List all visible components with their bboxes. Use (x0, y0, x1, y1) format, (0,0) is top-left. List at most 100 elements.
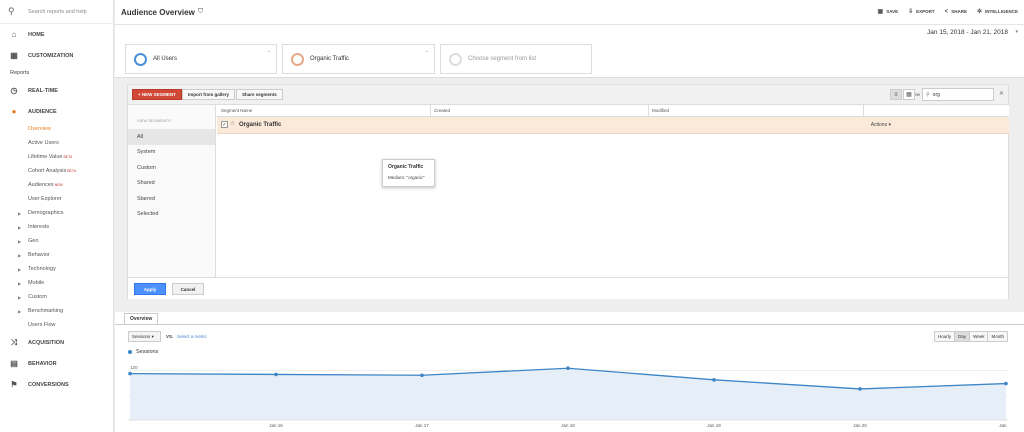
sidebar-item-geo[interactable]: ▶ Geo (0, 234, 113, 248)
segment-checkbox[interactable]: ✓ (221, 121, 228, 128)
segment-ring-icon (291, 52, 304, 66)
caret-right-icon: ▶ (18, 210, 22, 216)
sidebar-item-overview[interactable]: Overview (0, 122, 113, 136)
behavior-icon: ▤ (10, 359, 18, 368)
caret-right-icon: ▶ (18, 294, 22, 300)
person-icon: ● (11, 107, 17, 116)
chart-legend: Sessions (128, 349, 158, 355)
segment-table: Segment Name Created Modified ✓ ☆ Organi… (217, 105, 1009, 187)
tooltip-value: Medium: "organic" (388, 175, 425, 180)
star-icon[interactable]: ☆ (230, 121, 235, 127)
x-tick-label: Jan 18 (561, 423, 575, 428)
segment-tooltip: Organic Traffic Medium: "organic" (382, 159, 435, 187)
sidebar-item-mobile[interactable]: ▶ Mobile (0, 276, 113, 290)
x-tick-label: Jan 17 (415, 423, 429, 428)
filter-system[interactable]: System (128, 145, 215, 161)
nav-home[interactable]: ⌂ HOME (0, 24, 113, 45)
export-button[interactable]: ⇩ EXPORT (908, 8, 935, 15)
new-segment-button[interactable]: + NEW SEGMENT (132, 89, 182, 100)
sidebar-item-behavior[interactable]: ▶ Behavior (0, 248, 113, 262)
segment-search-input[interactable]: ⚲ org (922, 88, 994, 101)
y-tick-label: 120 (130, 365, 138, 370)
data-point (566, 366, 570, 371)
nav-realtime[interactable]: ◷ REAL-TIME (0, 80, 113, 101)
view-segments-header: VIEW SEGMENTS (137, 118, 171, 123)
grid-icon: ▦ (906, 92, 912, 98)
granularity-week[interactable]: Week (969, 331, 989, 342)
filter-shared[interactable]: Shared (128, 176, 215, 192)
segment-organic-traffic[interactable]: Organic Traffic ⌄ (282, 44, 435, 74)
tab-overview[interactable]: Overview (124, 313, 159, 324)
list-icon: ≡ (894, 91, 898, 98)
share-button[interactable]: < SHARE (945, 8, 967, 15)
metric-select[interactable]: Sessions ▾ (128, 331, 161, 342)
date-row: Jan 15, 2018 - Jan 21, 2018 ▾ (115, 25, 1024, 42)
col-segment-name[interactable]: Segment Name (221, 108, 252, 113)
nav-acquisition[interactable]: ⤨ ACQUISITION (0, 332, 113, 353)
search-icon: ⚲ (8, 6, 15, 16)
granularity-day[interactable]: Day (954, 331, 971, 342)
sidebar-item-users-flow[interactable]: Users Flow (0, 318, 113, 332)
filter-all[interactable]: All (128, 129, 215, 145)
clock-icon: ◷ (10, 86, 18, 95)
nav-conversions[interactable]: ⚑ CONVERSIONS (0, 374, 113, 395)
series-area (130, 368, 1006, 420)
col-created[interactable]: Created (434, 108, 450, 113)
close-icon[interactable]: ✕ (999, 90, 1004, 97)
grid-view-button[interactable]: ▦ (903, 89, 915, 100)
new-badge: NEW (54, 183, 63, 187)
sidebar-item-technology[interactable]: ▶ Technology (0, 262, 113, 276)
filter-selected[interactable]: Selected (128, 207, 215, 223)
x-tick-label: Jan 21 (999, 423, 1008, 428)
page-header: Audience Overview ⛉ ▣ SAVE ⇩ EXPORT < SHARE… (115, 0, 1024, 25)
granularity-hourly[interactable]: Hourly (934, 331, 956, 342)
sidebar-item-interests[interactable]: ▶ Interests (0, 220, 113, 234)
apply-button[interactable]: Apply (134, 283, 166, 295)
column-divider (648, 105, 649, 117)
sidebar-item-audiences[interactable]: Audiences NEW (0, 178, 113, 192)
select-metric-link[interactable]: Select a metric (177, 334, 207, 339)
intelligence-button[interactable]: ✲ INTELLIGENCE (977, 8, 1018, 15)
sidebar-item-cohort-analysis[interactable]: Cohort Analysis BETA (0, 164, 113, 178)
overview-section: Overview Sessions ▾ VS. Select a metric … (115, 312, 1024, 432)
sidebar-item-custom[interactable]: ▶ Custom (0, 290, 113, 304)
list-view-button[interactable]: ≡ (890, 89, 902, 100)
segment-ring-icon (134, 52, 147, 66)
panel-footer: Apply Cancel (128, 277, 1008, 299)
granularity-month[interactable]: Month (987, 331, 1008, 342)
filter-custom[interactable]: Custom (128, 160, 215, 176)
search-bar[interactable]: ⚲ Search reports and help (0, 0, 113, 24)
cancel-button[interactable]: Cancel (172, 283, 204, 295)
sidebar-item-demographics[interactable]: ▶ Demographics (0, 206, 113, 220)
nav-customization[interactable]: ▦ CUSTOMIZATION (0, 45, 113, 66)
dashboard-icon: ▦ (10, 51, 18, 60)
caret-right-icon: ▶ (18, 252, 22, 258)
chevron-down-icon[interactable]: ⌄ (267, 48, 271, 54)
date-range-picker[interactable]: Jan 15, 2018 - Jan 21, 2018 (927, 29, 1008, 36)
segment-choose[interactable]: Choose segment from list (440, 44, 592, 74)
column-divider (863, 105, 864, 117)
sidebar-item-lifetime-value[interactable]: Lifetime Value BETA (0, 150, 113, 164)
table-row[interactable]: ✓ ☆ Organic Traffic Actions ▾ (217, 117, 1009, 134)
sidebar-item-benchmarking[interactable]: ▶ Benchmarking (0, 304, 113, 318)
segment-ring-icon (449, 52, 462, 66)
nav-audience[interactable]: ● AUDIENCE (0, 101, 113, 122)
nav-behavior[interactable]: ▤ BEHAVIOR (0, 353, 113, 374)
save-button[interactable]: ▣ SAVE (878, 8, 899, 15)
chevron-down-icon[interactable]: ▾ (1015, 29, 1018, 35)
caret-right-icon: ▶ (18, 266, 22, 272)
search-input[interactable]: Search reports and help (28, 9, 87, 15)
data-point (858, 387, 862, 391)
col-modified[interactable]: Modified (652, 108, 669, 113)
import-gallery-button[interactable]: Import from gallery (182, 89, 236, 100)
share-segments-button[interactable]: Share segments (236, 89, 283, 100)
segment-all-users[interactable]: All Users ⌄ (125, 44, 277, 74)
actions-dropdown[interactable]: Actions ▾ (871, 122, 891, 128)
caret-right-icon: ▶ (18, 280, 22, 286)
filter-starred[interactable]: Starred (128, 191, 215, 207)
sidebar-item-user-explorer[interactable]: User Explorer (0, 192, 113, 206)
sidebar-item-active-users[interactable]: Active Users (0, 136, 113, 150)
chevron-down-icon[interactable]: ⌄ (425, 48, 429, 54)
header-actions: ▣ SAVE ⇩ EXPORT < SHARE ✲ INTELLIGENCE (878, 8, 1018, 16)
tab-divider (115, 324, 1024, 325)
